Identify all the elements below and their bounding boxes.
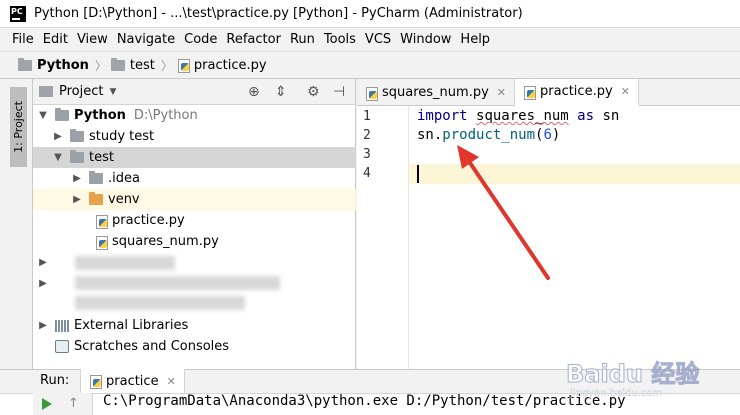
arrow-up-icon[interactable]: ↑ — [68, 396, 79, 411]
run-strip — [0, 369, 33, 393]
run-label: Run: — [40, 373, 70, 388]
annotation-arrow — [457, 145, 550, 280]
python-file-icon — [89, 374, 102, 389]
close-icon[interactable]: ✕ — [167, 375, 176, 388]
watermark-sub: jingyan.baidu.com — [569, 388, 662, 399]
arrow-shaft — [464, 155, 550, 280]
rerun-play-icon[interactable] — [42, 398, 52, 410]
run-tab-practice[interactable]: practice ✕ — [80, 369, 185, 393]
baidu-logo: Baidu 经验 jingyan.baidu.com — [566, 360, 700, 400]
watermark-text: Baidu 经验 — [566, 360, 699, 388]
console-output: C:\ProgramData\Anaconda3\python.exe D:/P… — [103, 393, 626, 409]
baidu-watermark: Baidu 经验 jingyan.baidu.com — [562, 354, 737, 400]
arrow-head — [457, 145, 479, 169]
